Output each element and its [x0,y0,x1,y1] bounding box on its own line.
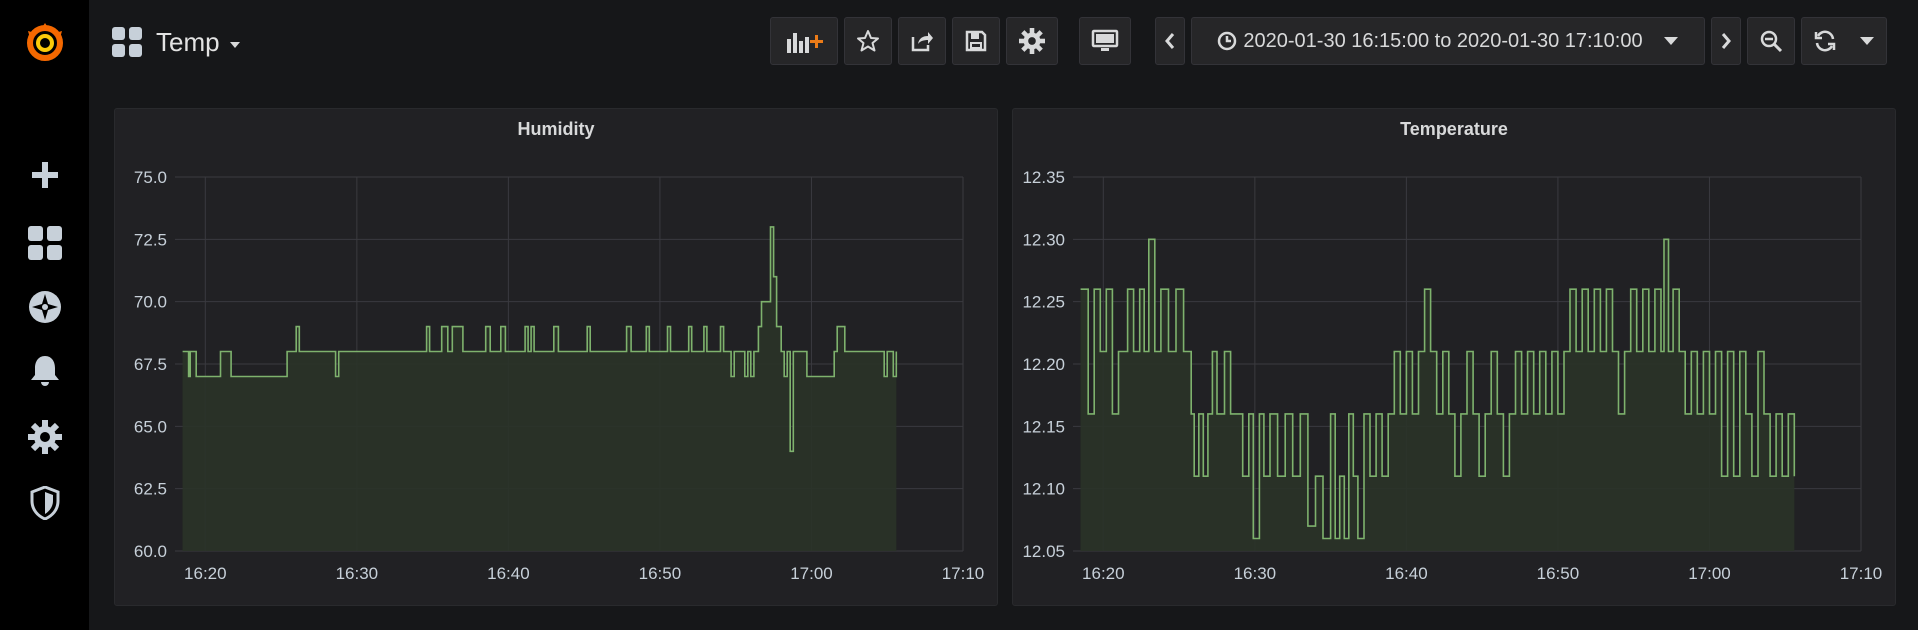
y-tick-label: 12.05 [1022,542,1065,561]
x-tick-label: 17:10 [1840,564,1883,583]
shield-icon[interactable] [0,478,89,528]
clock-icon [1218,31,1237,51]
chevron-right-icon [1721,33,1731,49]
share-icon [911,32,933,52]
y-tick-label: 75.0 [134,168,167,187]
y-tick-label: 65.0 [134,417,167,436]
chart-svg[interactable]: 12.35 12.30 12.25 12.20 12.15 12.10 12.05 16:20… [1013,109,1897,607]
x-tick-label: 17:00 [790,564,833,583]
series-area [182,226,897,551]
explore-icon[interactable] [0,282,89,332]
share-dashboard-button[interactable] [898,17,946,65]
plus-icon[interactable] [0,150,89,200]
y-tick-label: 12.20 [1022,355,1065,374]
x-tick-label: 16:50 [639,564,682,583]
configuration-icon[interactable] [0,412,89,462]
y-tick-label: 12.35 [1022,168,1065,187]
dashboard-settings-button[interactable] [1006,17,1058,65]
x-tick-label: 16:20 [1082,564,1125,583]
x-tick-label: 17:00 [1688,564,1731,583]
x-tick-label: 16:40 [487,564,530,583]
tv-mode-icon [1091,29,1119,51]
save-dashboard-button[interactable] [952,17,1000,65]
y-tick-label: 60.0 [134,542,167,561]
x-tick-label: 16:30 [1234,564,1277,583]
refresh-button[interactable] [1801,17,1887,65]
chart-svg[interactable]: 75.0 72.5 70.0 67.5 65.0 62.5 60.0 16:20 16:30 16… [115,109,999,607]
time-range-label: 2020-01-30 16:15:00 to 2020-01-30 17:10:… [1243,29,1643,52]
settings-icon [1019,28,1045,54]
alerting-icon[interactable] [0,346,89,396]
y-tick-label: 72.5 [134,230,167,249]
chevron-down-icon [1860,37,1874,45]
dashboards-icon[interactable] [0,218,89,268]
save-icon [965,30,987,52]
x-tick-label: 16:40 [1385,564,1428,583]
time-shift-forward-button[interactable] [1711,17,1741,65]
caret-down-icon [229,42,240,48]
dashboard-title-picker[interactable]: Temp [112,20,240,64]
y-tick-label: 62.5 [134,480,167,499]
x-tick-label: 16:50 [1537,564,1580,583]
dashboard-title: Temp [156,26,220,57]
time-range-picker[interactable]: 2020-01-30 16:15:00 to 2020-01-30 17:10:… [1191,17,1705,65]
add-panel-button[interactable] [770,17,838,65]
x-tick-label: 16:20 [184,564,227,583]
chevron-left-icon [1165,33,1175,49]
zoom-out-button[interactable] [1747,17,1795,65]
y-tick-label: 12.15 [1022,417,1065,436]
chevron-down-icon [1663,37,1678,45]
refresh-icon [1814,30,1836,52]
y-tick-label: 12.25 [1022,293,1065,312]
y-tick-label: 67.5 [134,355,167,374]
star-dashboard-button[interactable] [844,17,892,65]
y-tick-label: 70.0 [134,293,167,312]
y-tick-label: 12.30 [1022,230,1065,249]
zoom-out-icon [1760,30,1783,53]
y-tick-label: 12.10 [1022,480,1065,499]
x-tick-label: 17:10 [942,564,985,583]
humidity-panel[interactable]: Humidity 75.0 72.5 70.0 67.5 65.0 62.5 60.0 16:… [114,108,998,606]
star-icon [857,30,879,52]
x-tick-label: 16:30 [336,564,379,583]
time-shift-back-button[interactable] [1155,17,1185,65]
tv-mode-button[interactable] [1079,17,1131,65]
temperature-panel[interactable]: Temperature 12.35 12.30 12.25 12.20 12.15 12.… [1012,108,1896,606]
add-panel-icon [787,33,823,53]
dashboards-icon [112,27,142,57]
grafana-logo-icon[interactable] [0,17,89,67]
side-menu [0,0,89,630]
